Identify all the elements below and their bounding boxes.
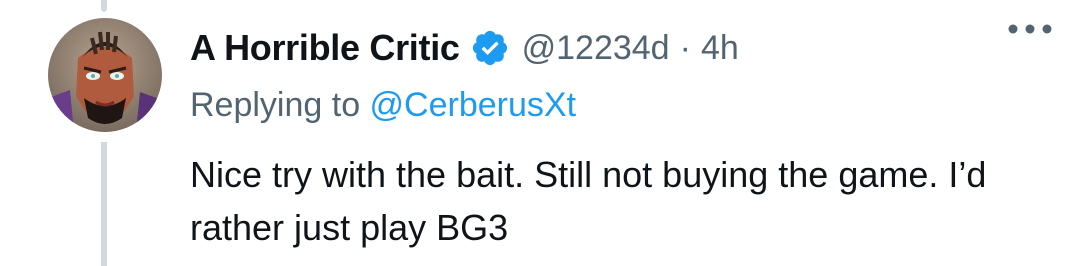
separator-dot: · bbox=[679, 28, 691, 67]
replying-to-prefix: Replying to bbox=[190, 86, 370, 124]
display-name[interactable]: A Horrible Critic bbox=[190, 27, 460, 69]
avatar[interactable] bbox=[48, 18, 162, 132]
tweet-text: Nice try with the bait. Still not buying… bbox=[190, 154, 987, 248]
tweet-header: A Horrible Critic @12234d · 4h bbox=[190, 20, 1060, 76]
verified-badge-icon bbox=[470, 28, 510, 68]
avatar-image bbox=[48, 18, 162, 132]
thread-line-top bbox=[101, 0, 107, 12]
replying-to-link[interactable]: @CerberusXt bbox=[370, 86, 576, 124]
replying-to-line: Replying to @CerberusXt bbox=[190, 86, 576, 125]
user-handle[interactable]: @12234d bbox=[522, 29, 670, 68]
timestamp[interactable]: 4h bbox=[701, 29, 739, 68]
thread-line bbox=[101, 142, 107, 266]
more-options-icon[interactable] bbox=[1006, 22, 1054, 36]
